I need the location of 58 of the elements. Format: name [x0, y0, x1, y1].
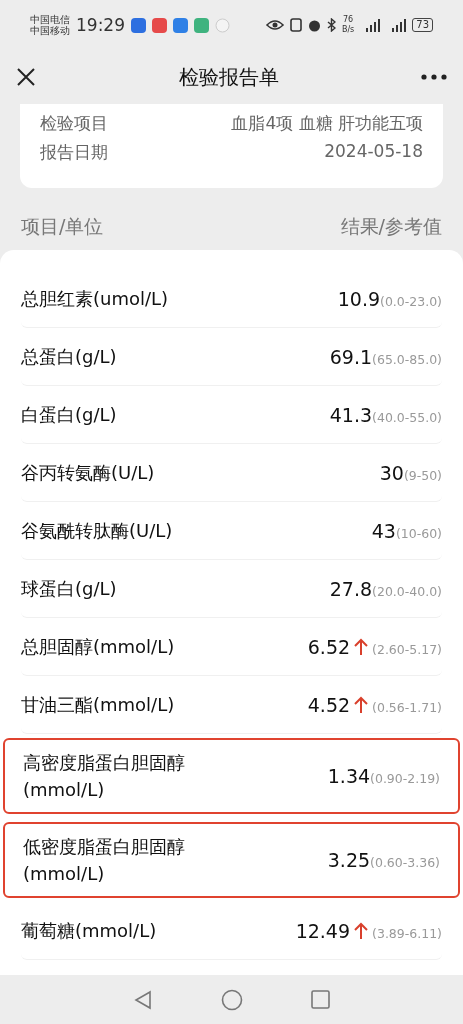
result-value: 27.8 [329, 577, 373, 600]
result-value: 30 [379, 461, 404, 484]
reference-range: (0.90-2.19) [370, 771, 440, 786]
info-label: 检验项目 [40, 112, 108, 135]
network-speed: 76 [343, 15, 354, 25]
test-name: 甘油三酯(mmol/L) [21, 693, 175, 717]
app-icon [194, 17, 209, 33]
close-icon[interactable] [16, 67, 36, 87]
result-value: 3.25 [327, 849, 371, 871]
reference-range: (0.56-1.71) [372, 699, 442, 715]
reference-range: (2.60-5.17) [372, 641, 442, 657]
test-name: 白蛋白(g/L) [21, 403, 117, 427]
reference-range: (10-60) [395, 525, 442, 541]
app-icon [131, 17, 146, 33]
reference-range: (65.0-85.0) [372, 351, 442, 367]
result-value: 43 [371, 519, 396, 542]
test-name: 总蛋白(g/L) [21, 345, 117, 369]
bluetooth-icon [326, 18, 336, 32]
home-icon[interactable] [221, 988, 243, 1011]
reference-range: (0.60-3.36) [370, 855, 440, 870]
info-value: 血脂4项 血糖 肝功能五项 [231, 112, 423, 135]
reference-range: (40.0-55.0) [372, 409, 442, 425]
app-icon [152, 17, 167, 33]
info-label: 报告日期 [40, 141, 108, 164]
reference-range: (9-50) [403, 467, 442, 483]
clock-time: 19:29 [76, 15, 125, 35]
column-heading: 项目/单位 [21, 214, 104, 239]
result-value: 12.49 [295, 919, 351, 942]
reference-range: (0.0-23.0) [380, 293, 442, 309]
carrier-name: 中国移动 [30, 25, 70, 36]
test-name: 总胆红素(umol/L) [21, 287, 169, 311]
test-name: 低密度脂蛋白胆固醇(mmol/L) [23, 835, 186, 886]
test-name: 总胆固醇(mmol/L) [21, 635, 175, 659]
test-name: 谷氨酰转肽酶(U/L) [21, 519, 173, 543]
result-value: 10.9 [337, 287, 380, 310]
circle-icon [215, 17, 230, 33]
result-value: 6.52 [307, 635, 351, 658]
app-icon [173, 17, 188, 33]
recents-icon[interactable] [311, 990, 330, 1009]
result-value: 4.52 [307, 693, 351, 716]
test-name: 球蛋白(g/L) [21, 577, 117, 601]
eye-icon [265, 19, 284, 31]
back-icon[interactable] [133, 989, 153, 1010]
result-value: 69.1 [329, 345, 373, 368]
speed-unit: B/s [341, 25, 355, 35]
page-title: 检验报告单 [178, 63, 279, 91]
column-heading: 结果/参考值 [340, 214, 442, 239]
battery-level: 73 [412, 18, 433, 32]
test-name: 葡萄糖(mmol/L) [21, 919, 157, 943]
reference-range: (3.89-6.11) [372, 925, 442, 941]
more-icon[interactable] [421, 74, 447, 80]
carrier-name: 中国电信 [30, 14, 70, 25]
reference-range: (20.0-40.0) [372, 583, 442, 599]
result-value: 1.34 [327, 765, 371, 787]
test-name: 谷丙转氨酶(U/L) [21, 461, 155, 485]
test-name: 高密度脂蛋白胆固醇(mmol/L) [23, 751, 186, 802]
result-value: 41.3 [329, 403, 373, 426]
info-value: 2024-05-18 [324, 141, 423, 163]
